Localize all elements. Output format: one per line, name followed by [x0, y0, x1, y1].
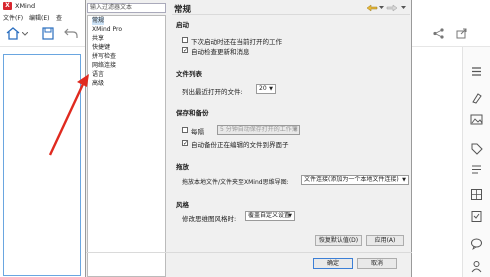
format-brush-icon[interactable]: [470, 91, 483, 104]
annotation-arrow: [48, 74, 89, 156]
title-separator: [172, 14, 410, 15]
drag-drop-heading: 拖放: [176, 163, 189, 171]
tree-item-xmind-pro[interactable]: XMind Pro: [92, 26, 122, 34]
menu-file[interactable]: 文件(F): [3, 13, 23, 22]
save-backup-heading: 保存和备份: [176, 109, 209, 117]
grid-icon[interactable]: [470, 188, 483, 201]
menu-view[interactable]: 查: [56, 13, 62, 22]
comment-icon[interactable]: [470, 237, 483, 250]
style-heading: 风格: [176, 201, 189, 209]
autosave-checkbox[interactable]: [182, 127, 188, 133]
menu-edit[interactable]: 编辑(E): [29, 13, 49, 22]
task-icon[interactable]: [470, 210, 483, 223]
undo-icon[interactable]: [64, 28, 78, 39]
footer-separator: [86, 252, 412, 253]
chevron-down-icon: ▼: [288, 213, 292, 219]
home-icon[interactable]: [6, 27, 20, 40]
auto-backup-checkbox[interactable]: ✓: [182, 140, 188, 147]
chevron-down-icon: ▼: [269, 86, 273, 92]
view-menu-icon[interactable]: [401, 6, 406, 10]
chevron-down-icon: ▼: [402, 177, 406, 183]
list-icon[interactable]: [470, 163, 483, 176]
tree-item-spellcheck[interactable]: 拼写检查: [92, 53, 116, 61]
recent-files-label: 列出最近打开的文件:: [182, 88, 243, 96]
tree-item-shortcuts[interactable]: 快捷键: [92, 44, 110, 52]
tree-item-share[interactable]: 共享: [92, 35, 104, 43]
autosave-interval-value: 5 分钟自动保存打开的工作簿: [220, 126, 298, 133]
reopen-workbook-checkbox[interactable]: [182, 37, 188, 43]
person-icon[interactable]: [470, 260, 483, 273]
filter-input[interactable]: 输入过滤器文本: [87, 3, 166, 13]
auto-update-label: 自动检查更新和消息: [191, 48, 250, 56]
tree-item-general[interactable]: 常规: [92, 17, 105, 25]
export-icon[interactable]: [456, 28, 467, 39]
autosave-label: 每隔: [191, 128, 204, 136]
reopen-workbook-label: 下次启动时还在当前打开的工作: [191, 38, 282, 46]
recent-files-select[interactable]: 20 ▼: [256, 84, 276, 94]
style-value: 覆盖自定义设置: [248, 212, 291, 219]
file-list-heading: 文件列表: [176, 70, 202, 78]
auto-backup-label: 自动备份正在编辑的文件到界面子: [191, 141, 289, 149]
preferences-dialog: 输入过滤器文本 常规 XMind Pro 共享 快捷键 拼写检查 网络连接 语言…: [85, 0, 412, 277]
startup-heading: 启动: [176, 21, 189, 29]
drag-drop-label: 拖放本地文件/文件夹至XMind思维导图:: [182, 179, 289, 186]
tag-icon[interactable]: [470, 142, 483, 155]
autosave-interval-select: 5 分钟自动保存打开的工作簿 ▼: [217, 125, 300, 135]
cancel-button[interactable]: 取消: [357, 258, 397, 269]
nav-back-icon[interactable]: [366, 4, 378, 12]
preferences-tree: 常规 XMind Pro 共享 快捷键 拼写检查 网络连接 语言 高级: [87, 15, 166, 277]
share-icon[interactable]: [433, 28, 444, 39]
right-sidebar: [462, 47, 490, 277]
dropdown-arrow-icon[interactable]: [22, 32, 28, 36]
apply-button[interactable]: 应用(A): [366, 235, 404, 246]
ok-button[interactable]: 确定: [313, 258, 353, 269]
chevron-down-icon: ▼: [293, 127, 297, 133]
restore-defaults-button[interactable]: 恢复默认值(D): [315, 235, 362, 246]
style-label: 修改思维图风格时:: [182, 215, 237, 223]
drag-drop-select[interactable]: 文件连接(添加为一个本地文件连接) ▼: [301, 175, 409, 185]
save-icon[interactable]: [42, 27, 54, 40]
drag-drop-value: 文件连接(添加为一个本地文件连接): [304, 176, 399, 183]
app-title: XMind: [15, 2, 36, 10]
style-select[interactable]: 覆盖自定义设置 ▼: [245, 211, 295, 221]
outline-icon[interactable]: [470, 65, 483, 78]
xmind-logo-icon: X: [3, 2, 12, 10]
recent-files-value: 20: [259, 85, 267, 92]
nav-forward-icon[interactable]: [386, 4, 398, 12]
preferences-page: 常规 启动 下次启动时还在当前打开的工作 ✓ 自动检查更新和消息 文件列表 列出…: [86, 0, 412, 277]
auto-update-checkbox[interactable]: ✓: [182, 47, 188, 54]
image-icon[interactable]: [470, 113, 483, 126]
nav-dropdown-icon[interactable]: [379, 6, 384, 10]
tree-item-network[interactable]: 网络连接: [92, 62, 116, 70]
